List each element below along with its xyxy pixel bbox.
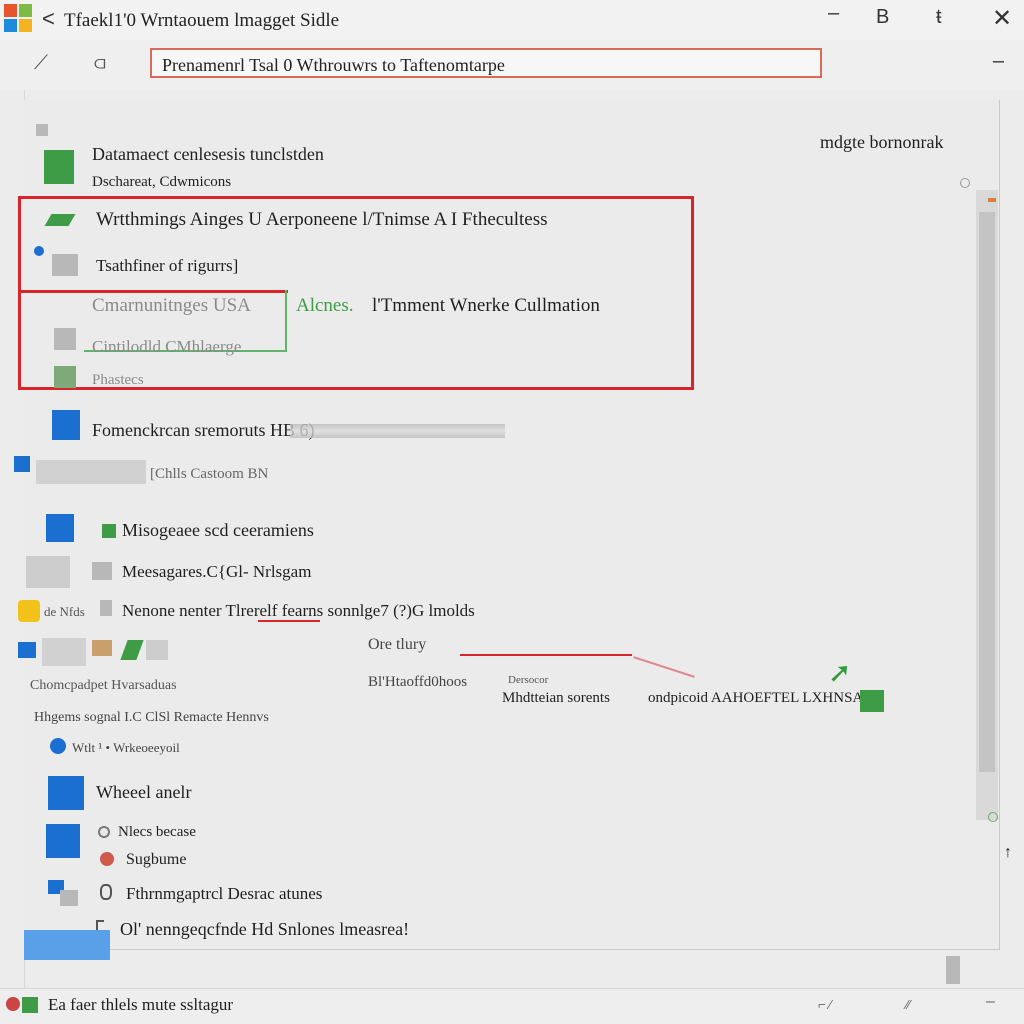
scroll-thumb[interactable]: [979, 212, 995, 772]
blue-circle-icon: [50, 738, 66, 754]
blue-dot-icon: [34, 246, 44, 256]
list-item[interactable]: Nlecs becase: [118, 824, 196, 841]
address-row: ⟋ ⫏ Prenamenrl Tsal 0 Wthrouwrs to Tafte…: [0, 40, 1024, 90]
arrow-up-icon[interactable]: ↑: [1004, 844, 1012, 862]
list-item[interactable]: Wtlt ¹ • Wrkeoeeyoil: [72, 740, 180, 756]
up-arrow-icon[interactable]: ⟋: [34, 52, 48, 75]
row-title[interactable]: Datamaect cenlesesis tunclstden: [92, 144, 324, 165]
grey-sublabel-2: Phastecs: [92, 372, 144, 388]
list-item[interactable]: Wheeel anelr: [96, 782, 191, 803]
list-item[interactable]: Misogeaee scd ceeramiens: [122, 520, 314, 541]
settings-icon: [98, 826, 110, 838]
window-title: Tfaekl1'0 Wrntaouem lmagget Sidle: [64, 10, 340, 31]
document-icon: [52, 254, 78, 276]
green-label[interactable]: Alcnes.: [296, 295, 354, 317]
blue-tile-icon: [46, 824, 80, 858]
folder-nav-icon[interactable]: ⫏: [94, 52, 106, 75]
pin-button[interactable]: ŧ: [936, 6, 942, 29]
blue-file-icon: [18, 642, 36, 658]
page-icon: [100, 600, 112, 616]
list-item[interactable]: Nenone nenter Tlrerelf fearns sonnlge7 (…: [122, 601, 475, 621]
blue-tab[interactable]: [24, 930, 110, 960]
small-folder-icon: [36, 124, 48, 136]
grey-label: Cmarnunitnges USA: [92, 295, 251, 316]
chrome-icon: [100, 852, 114, 866]
drive-icon: [100, 884, 112, 900]
folder-icon: [92, 562, 112, 580]
status-dot-icon: [960, 178, 970, 188]
list-item: Chomcpadpet Hvarsaduas: [30, 678, 177, 693]
grey-file-icon: [54, 328, 76, 350]
small-label: de Nfds: [44, 604, 85, 619]
list-item[interactable]: Ol' nenngeqcfnde Hd Snlones lmeasrea!: [120, 919, 409, 940]
red-underline: [258, 620, 320, 622]
resize-handle-icon[interactable]: [946, 956, 960, 984]
list-item[interactable]: Fomenckrcan sremoruts HB 6): [92, 420, 314, 441]
windows-icon: [46, 514, 74, 542]
grey-sublabel: Cintilodld CMhlaerge: [92, 337, 242, 356]
yellow-folder-icon: [18, 600, 40, 622]
header-right-label[interactable]: mdgte bornonrak: [820, 132, 943, 153]
tile-icon: [146, 640, 168, 660]
blue-small-icon: [14, 456, 30, 472]
excel-file-icon: [44, 150, 74, 184]
list-item[interactable]: Mhdtteian sorents: [502, 690, 610, 707]
address-input[interactable]: Prenamenrl Tsal 0 Wthrouwrs to Taftenomt…: [150, 48, 822, 78]
status-text: Ea faer thlels mute ssltagur: [48, 995, 234, 1014]
folder-icon: [92, 640, 112, 656]
list-item[interactable]: Ore tlury: [368, 636, 426, 654]
marker-icon: [988, 198, 996, 202]
highlighted-item-title[interactable]: Wrtthmings Ainges U Aerponeene l/Tnimse …: [96, 209, 547, 231]
trash-icon: [54, 366, 76, 388]
explorer-window: < Tfaekl1'0 Wrntaouem lmagget Sidle – B …: [0, 0, 1024, 1024]
vertical-scrollbar[interactable]: [976, 190, 998, 820]
status-bar: Ea faer thlels mute ssltagur ⌐ ⁄ ⁄⁄ –: [0, 988, 1024, 1024]
green-check-icon: [22, 997, 38, 1013]
minimize-button[interactable]: –: [828, 2, 839, 25]
blurred-bar: [290, 424, 505, 438]
title-bar: < Tfaekl1'0 Wrntaouem lmagget Sidle – B …: [0, 0, 1024, 41]
maximize-button[interactable]: B: [876, 6, 889, 29]
highlighted-item-sub: Tsathfiner of rigurrs]: [96, 256, 239, 275]
list-item[interactable]: Sugbume: [126, 851, 186, 869]
mouse-cursor-icon: ➚: [828, 657, 852, 688]
blue-tile-icon: [48, 776, 84, 810]
layout-icon[interactable]: ⁄⁄: [906, 997, 910, 1012]
row-subtitle: Dschareat, Cdwmicons: [92, 174, 232, 190]
green-checkbox-icon[interactable]: [102, 524, 116, 538]
collapse-button[interactable]: –: [993, 50, 1004, 73]
list-item[interactable]: Bl'Htaoffd0hoos: [368, 674, 467, 691]
grey-small-icon: [60, 890, 78, 906]
list-item[interactable]: Hhgems sognal I.C ClSl Remacte Hennvs: [34, 710, 269, 726]
thumbnail-icon: [42, 638, 86, 666]
back-button[interactable]: <: [42, 8, 55, 30]
red-dot-icon: [6, 997, 20, 1011]
list-item[interactable]: Meesagares.C{Gl- Nrlsgam: [122, 562, 311, 582]
app-logo-icon: [4, 4, 32, 32]
list-item[interactable]: Fthrnmgaptrcl Desrac atunes: [126, 884, 322, 904]
minus-icon[interactable]: –: [986, 993, 995, 1011]
green-app-icon[interactable]: [860, 690, 884, 712]
thumbnail-icon: [26, 556, 70, 588]
zoom-icon[interactable]: ⌐ ⁄: [818, 997, 831, 1012]
small-label: Dersocor: [508, 674, 549, 686]
blurred-thumbnail: [36, 460, 146, 484]
close-button[interactable]: ✕: [992, 4, 1012, 33]
list-item[interactable]: ondpicoid AAHOEFTEL LXHNSA L: [648, 690, 875, 707]
blue-folder-icon: [52, 410, 80, 440]
list-item[interactable]: [Chlls Castoom BN: [150, 466, 268, 483]
highlighted-item-title-2[interactable]: l'Tmment Wnerke Cullmation: [372, 295, 600, 317]
red-line: [460, 654, 632, 656]
marker-icon: [988, 812, 998, 822]
